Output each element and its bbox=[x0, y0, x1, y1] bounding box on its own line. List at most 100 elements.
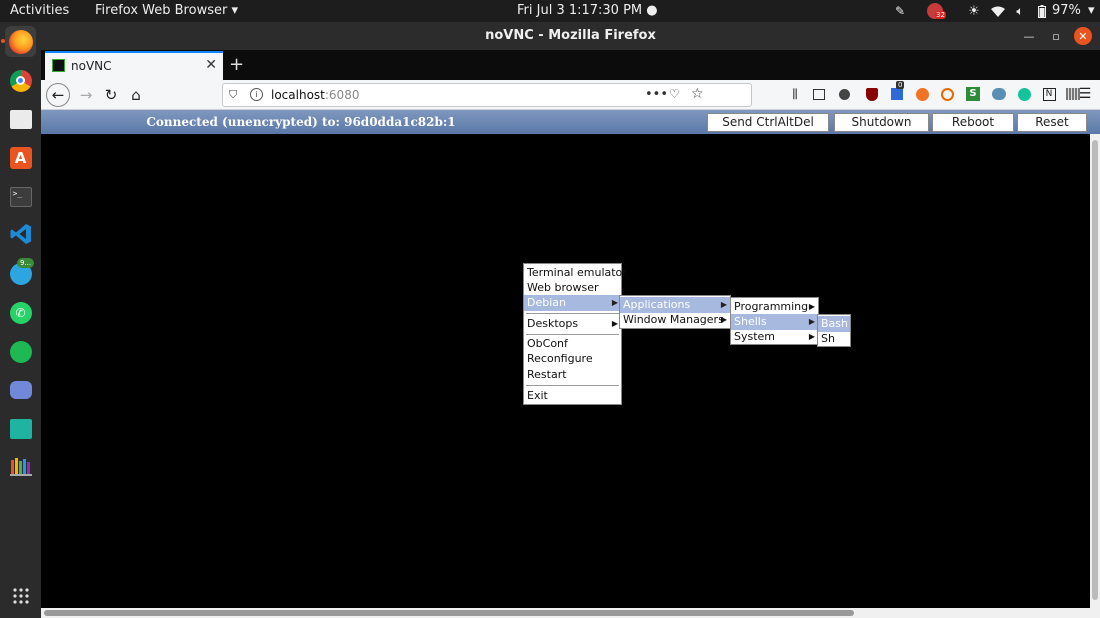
battery-icon[interactable] bbox=[1034, 2, 1050, 20]
url-port: :6080 bbox=[324, 88, 360, 102]
clock[interactable]: Fri Jul 3 1:17:30 PM ● bbox=[517, 3, 658, 18]
dock-spotify[interactable] bbox=[5, 336, 36, 367]
tab-novnc[interactable]: noVNC ✕ bbox=[45, 51, 223, 80]
whatsapp-icon: ✆ bbox=[9, 301, 32, 324]
page-actions-icon[interactable]: ••• bbox=[645, 87, 668, 102]
running-indicator bbox=[1, 39, 5, 43]
menu-item-label: Applications bbox=[623, 298, 691, 311]
volume-icon[interactable]: 🔈︎ bbox=[1012, 2, 1028, 20]
send-ctrlaltdel-button[interactable]: Send CtrlAltDel bbox=[707, 113, 829, 132]
novnc-favicon-icon bbox=[52, 59, 65, 72]
honey-icon[interactable] bbox=[914, 86, 930, 102]
vertical-scrollbar[interactable] bbox=[1090, 134, 1100, 608]
menu-item-shells[interactable]: Shells ▶ bbox=[731, 314, 818, 330]
account-icon[interactable] bbox=[836, 86, 852, 102]
dock-software[interactable]: A bbox=[5, 142, 36, 173]
submenu-arrow-icon: ▶ bbox=[611, 298, 618, 307]
notification-dot-icon: ● bbox=[646, 3, 658, 18]
close-tab-icon[interactable]: ✕ bbox=[205, 57, 217, 73]
dock-files[interactable] bbox=[5, 104, 36, 135]
vertical-scroll-thumb[interactable] bbox=[1092, 140, 1098, 600]
menu-item-applications[interactable]: Applications ▶ bbox=[620, 297, 730, 313]
horizontal-scroll-thumb[interactable] bbox=[44, 610, 854, 616]
sidebar-icon[interactable] bbox=[811, 86, 827, 102]
terminal-icon: >_ bbox=[9, 186, 32, 207]
dock-reader[interactable] bbox=[5, 413, 36, 444]
menu-item-label: Desktops bbox=[527, 317, 579, 330]
menu-item-label: Shells bbox=[734, 315, 767, 328]
menu-item-system[interactable]: System ▶ bbox=[731, 329, 818, 345]
menu-item-reconfigure[interactable]: Reconfigure bbox=[524, 351, 621, 367]
shield-icon[interactable]: ⛉ bbox=[229, 88, 237, 102]
shells-submenu: Bash Sh bbox=[817, 314, 851, 347]
s-extension-icon[interactable]: S bbox=[965, 86, 981, 102]
home-button[interactable]: ⌂ bbox=[124, 83, 148, 107]
menu-item-restart[interactable]: Restart bbox=[524, 367, 621, 383]
dock-show-apps[interactable] bbox=[5, 582, 36, 613]
battery-percent: 97% bbox=[1052, 3, 1081, 18]
back-button[interactable]: ← bbox=[46, 83, 70, 107]
night-light-icon[interactable]: ☀ bbox=[966, 2, 982, 20]
menu-item-label: System bbox=[734, 330, 776, 343]
dock-whatsapp[interactable]: ✆ bbox=[5, 297, 36, 328]
forward-button[interactable]: → bbox=[74, 83, 98, 107]
activities-button[interactable]: Activities bbox=[10, 3, 69, 18]
menu-item-desktops[interactable]: Desktops ▶ bbox=[524, 316, 621, 332]
menu-item-label: Programming bbox=[734, 300, 809, 313]
ublock-icon[interactable] bbox=[864, 86, 880, 102]
notion-icon[interactable]: N bbox=[1041, 86, 1057, 102]
update-notifier[interactable]: 32 bbox=[926, 2, 946, 20]
menu-item-exit[interactable]: Exit bbox=[524, 388, 621, 404]
dock-firefox[interactable] bbox=[1, 26, 36, 57]
gnome-top-bar: Activities Firefox Web Browser ▾ Fri Jul… bbox=[0, 0, 1100, 22]
menu-item-debian[interactable]: Debian ▶ bbox=[524, 295, 621, 311]
pen-icon[interactable]: ✎ bbox=[892, 2, 908, 20]
dock-terminal[interactable]: >_ bbox=[5, 181, 36, 212]
dock-library[interactable] bbox=[5, 452, 36, 483]
navigation-toolbar: ← → ↻ ⌂ ⛉ i localhost:6080 ••• ♡ ☆ ⫼ 0 S… bbox=[41, 80, 1100, 110]
close-window-button[interactable]: ✕ bbox=[1074, 27, 1092, 45]
submenu-arrow-icon: ▶ bbox=[720, 300, 727, 309]
dock-chrome[interactable] bbox=[5, 65, 36, 96]
app-menu[interactable]: Firefox Web Browser ▾ bbox=[95, 3, 238, 18]
window-titlebar[interactable]: noVNC - Mozilla Firefox — ▫ ✕ bbox=[41, 22, 1100, 50]
bookmark-star-icon[interactable]: ☆ bbox=[691, 86, 704, 102]
extension-badge-icon[interactable]: 0 bbox=[889, 81, 905, 102]
menu-item-obconf[interactable]: ObConf bbox=[524, 336, 621, 352]
menu-item-terminal-emulator[interactable]: Terminal emulator bbox=[524, 265, 627, 281]
dock-discord[interactable] bbox=[5, 374, 36, 405]
menu-item-bash[interactable]: Bash bbox=[818, 316, 850, 332]
owl-extension-icon[interactable] bbox=[991, 86, 1007, 102]
submenu-arrow-icon: ▶ bbox=[720, 315, 727, 324]
new-tab-icon[interactable]: + bbox=[229, 54, 244, 75]
maximize-button[interactable]: ▫ bbox=[1047, 27, 1065, 45]
wappalyzer-icon[interactable] bbox=[939, 86, 955, 102]
reset-button[interactable]: Reset bbox=[1017, 113, 1087, 132]
dock-telegram[interactable]: 9... bbox=[5, 258, 36, 289]
horizontal-scrollbar[interactable] bbox=[41, 608, 1100, 618]
info-icon[interactable]: i bbox=[250, 88, 263, 101]
menu-item-programming[interactable]: Programming ▶ bbox=[731, 299, 818, 315]
wifi-icon[interactable] bbox=[990, 2, 1006, 20]
hamburger-menu-icon[interactable]: ☰ bbox=[1077, 86, 1093, 102]
tab-label: noVNC bbox=[71, 59, 112, 73]
menu-item-sh[interactable]: Sh bbox=[818, 331, 850, 347]
url-bar[interactable]: ⛉ i localhost:6080 ••• ♡ ☆ bbox=[222, 83, 752, 107]
reload-button[interactable]: ↻ bbox=[99, 83, 123, 107]
menu-item-label: Debian bbox=[527, 296, 566, 309]
discord-icon bbox=[9, 380, 32, 399]
library-toolbar-icon[interactable]: ⫼ bbox=[787, 86, 803, 102]
menu-item-web-browser[interactable]: Web browser bbox=[524, 280, 621, 296]
minimize-button[interactable]: — bbox=[1020, 27, 1038, 45]
system-menu-caret-icon[interactable]: ▾ bbox=[1088, 3, 1095, 18]
grammarly-icon[interactable] bbox=[1016, 86, 1032, 102]
menu-item-window-managers[interactable]: Window Managers ▶ bbox=[620, 312, 730, 328]
shutdown-button[interactable]: Shutdown bbox=[834, 113, 929, 132]
pocket-icon[interactable]: ♡ bbox=[669, 87, 680, 101]
openbox-root-menu: Terminal emulator Web browser Debian ▶ De… bbox=[523, 263, 627, 405]
files-icon bbox=[9, 110, 32, 129]
url-text[interactable]: localhost:6080 bbox=[271, 88, 359, 102]
submenu-arrow-icon: ▶ bbox=[808, 317, 815, 326]
dock-vscode[interactable] bbox=[5, 220, 36, 251]
reboot-button[interactable]: Reboot bbox=[932, 113, 1014, 132]
